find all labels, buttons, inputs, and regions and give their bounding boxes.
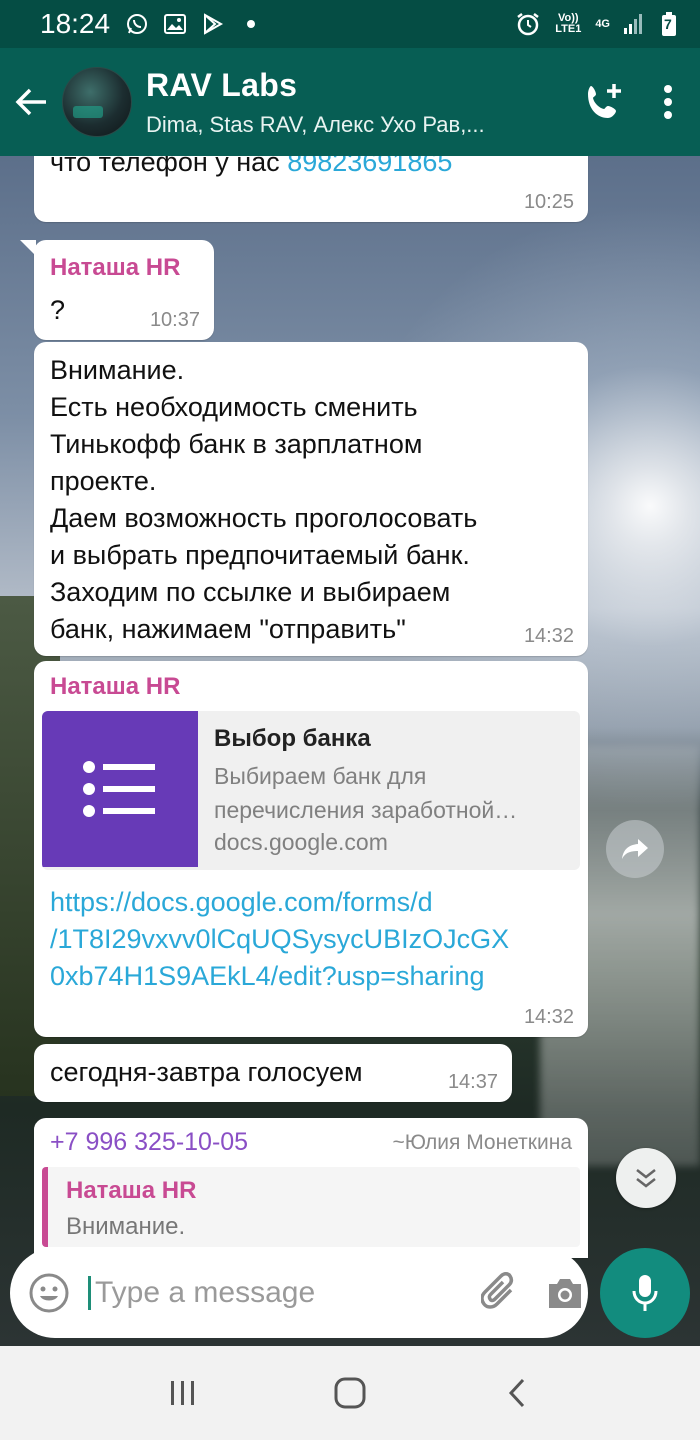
chevron-left-icon: [508, 1378, 524, 1408]
alarm-icon: [515, 11, 541, 37]
network-type: 4G: [595, 17, 610, 30]
chat-header: RAV Labs Dima, Stas RAV, Алекс Ухо Рав,.…: [0, 48, 700, 156]
battery-level: 7: [664, 16, 672, 32]
message-bubble[interactable]: +7 996 325-10-05 ~Юлия Монеткина Наташа …: [34, 1118, 588, 1258]
chat-title-block[interactable]: RAV Labs Dima, Stas RAV, Алекс Ухо Рав,.…: [146, 67, 572, 138]
voice-message-button[interactable]: [600, 1248, 690, 1338]
quote-sender: Наташа HR: [66, 1177, 197, 1204]
status-bar: 18:24 Vo)) LTE1 4G 7: [0, 0, 700, 48]
message-bubble[interactable]: Внимание. Есть необходимость сменить Тин…: [34, 342, 588, 656]
battery-icon: 7: [656, 11, 682, 37]
sender-phone[interactable]: +7 996 325-10-05: [50, 1128, 248, 1157]
sender-display-name: ~Юлия Монеткина: [392, 1131, 572, 1154]
system-nav-bar: [0, 1346, 700, 1440]
message-time: 10:37: [149, 309, 200, 331]
message-time: 10:25: [523, 191, 574, 213]
message-text: Внимание. Есть необходимость сменить Тин…: [50, 355, 478, 644]
recent-apps-button[interactable]: [143, 1353, 223, 1433]
emoji-icon[interactable]: [28, 1269, 70, 1317]
message-input-bar: [10, 1248, 588, 1338]
more-options-button[interactable]: [636, 48, 700, 156]
status-time: 18:24: [40, 8, 111, 39]
attach-icon[interactable]: [481, 1269, 521, 1317]
gallery-icon: [162, 11, 188, 37]
recents-icon: [171, 1381, 195, 1405]
phone-plus-icon: [588, 84, 621, 118]
message-input[interactable]: [88, 1276, 481, 1310]
chat-members: Dima, Stas RAV, Алекс Ухо Рав,...: [146, 111, 485, 137]
chat-title: RAV Labs: [146, 66, 298, 103]
whatsapp-icon: [124, 11, 150, 37]
phone-link[interactable]: 89823691865: [287, 156, 452, 177]
message-bubble[interactable]: Наташа HR ? 10:37: [20, 240, 214, 340]
microphone-icon: [632, 1275, 658, 1311]
volte-indicator: Vo)) LTE1: [555, 12, 582, 35]
camera-icon[interactable]: [545, 1269, 585, 1317]
quote-text: Внимание.: [66, 1213, 186, 1240]
sender-name[interactable]: Наташа HR: [42, 673, 580, 701]
scroll-to-bottom-button[interactable]: [616, 1148, 676, 1208]
card-title: Выбор банка: [214, 725, 371, 752]
message-time: 14:32: [523, 1006, 574, 1028]
more-vert-icon: [664, 85, 672, 119]
message-bubble[interactable]: что телефон у нас 89823691865 10:25: [34, 156, 588, 222]
message-text: ?: [50, 295, 66, 325]
add-call-button[interactable]: [572, 48, 636, 156]
home-icon: [334, 1377, 366, 1409]
back-nav-button[interactable]: [477, 1353, 557, 1433]
group-avatar[interactable]: [62, 67, 132, 137]
chat-area[interactable]: что телефон у нас 89823691865 10:25 Ната…: [0, 156, 700, 1346]
dot-icon: [238, 11, 264, 37]
message-time: 14:32: [523, 625, 574, 647]
sender-name[interactable]: Наташа HR: [50, 254, 180, 282]
form-link[interactable]: https://docs.google.com/forms/d /1T8I29v…: [42, 870, 580, 995]
signal-icon: [620, 11, 646, 37]
link-preview-card[interactable]: Выбор банка Выбираем банк для перечислен…: [42, 711, 580, 870]
card-description: Выбираем банк для перечисления заработно…: [214, 763, 518, 823]
arrow-left-icon: [15, 88, 46, 116]
google-forms-icon: [42, 711, 198, 867]
message-bubble[interactable]: Наташа HR Выбор банка Выбираем банк для …: [34, 661, 588, 1037]
double-chevron-down-icon: [636, 1169, 656, 1188]
home-button[interactable]: [310, 1353, 390, 1433]
forward-button[interactable]: [606, 820, 664, 878]
card-domain: docs.google.com: [214, 829, 388, 855]
back-button[interactable]: [0, 48, 62, 156]
forward-icon: [622, 839, 648, 859]
reply-quote[interactable]: Наташа HR Внимание.: [42, 1167, 580, 1247]
message-text: что телефон у нас: [50, 156, 288, 177]
message-bubble[interactable]: сегодня-завтра голосуем 14:37: [34, 1044, 512, 1102]
play-store-icon: [200, 11, 226, 37]
message-text: сегодня-завтра голосуем: [50, 1057, 363, 1087]
message-time: 14:37: [447, 1071, 498, 1093]
